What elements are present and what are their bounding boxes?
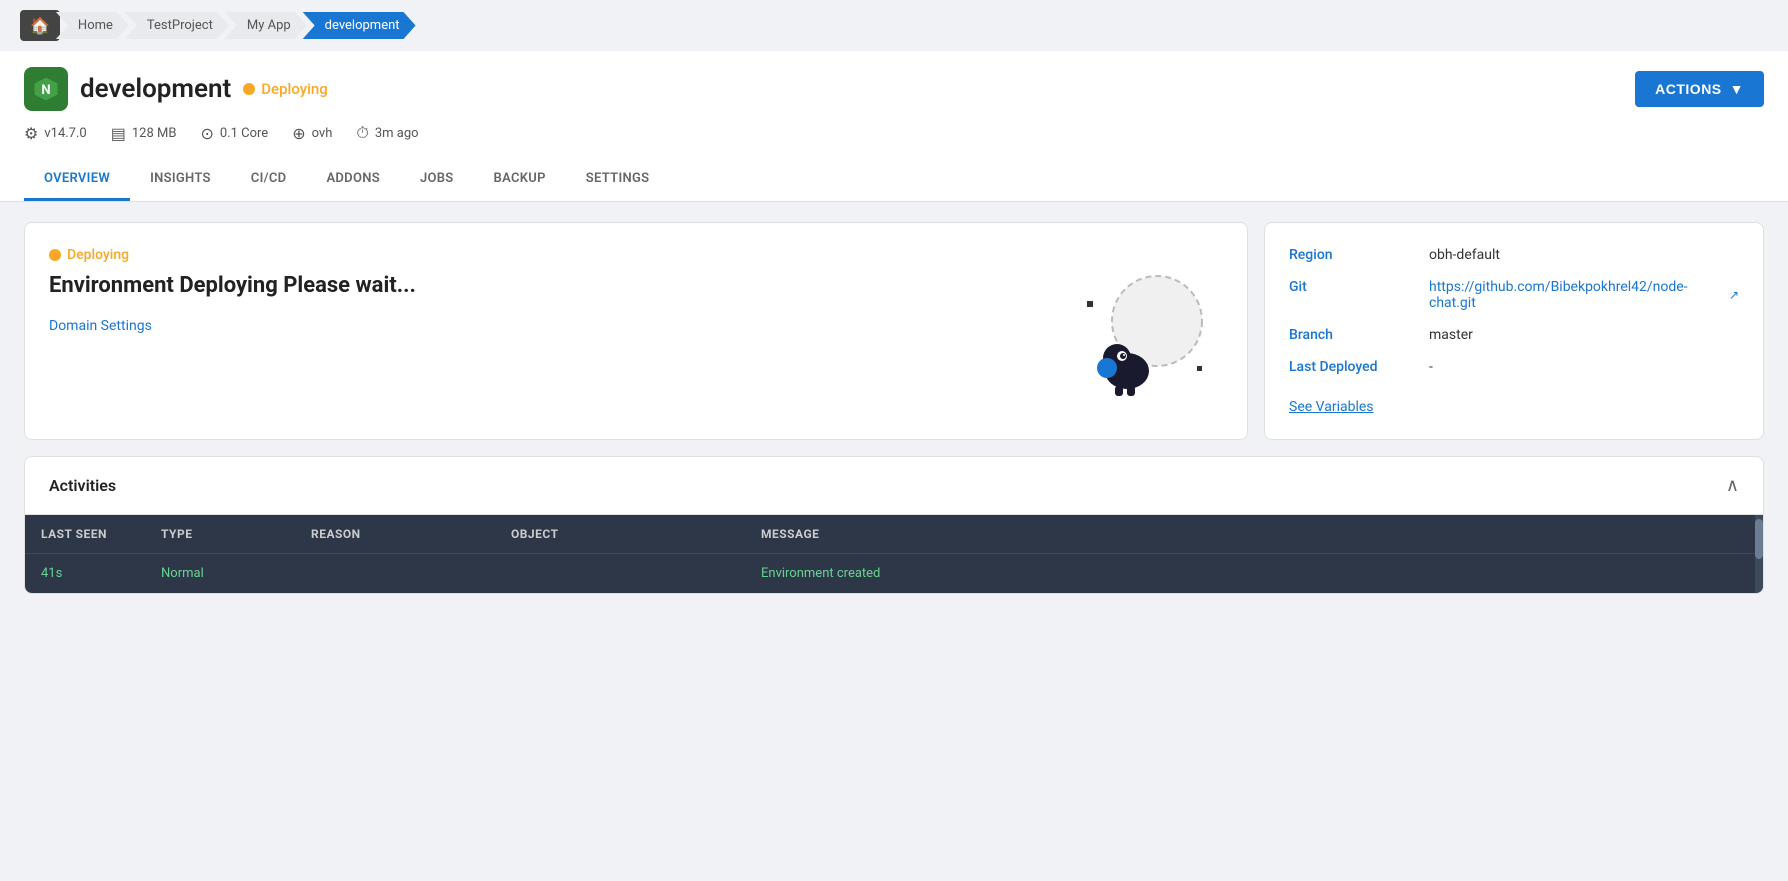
see-variables-link[interactable]: See Variables: [1289, 399, 1374, 415]
tab-cicd[interactable]: CI/CD: [231, 159, 307, 201]
main-content: Deploying Environment Deploying Please w…: [0, 202, 1788, 614]
cards-row: Deploying Environment Deploying Please w…: [24, 222, 1764, 440]
th-object: OBJECT: [511, 527, 761, 541]
home-icon[interactable]: 🏠: [20, 10, 60, 41]
tab-settings[interactable]: SETTINGS: [566, 159, 670, 201]
th-type: TYPE: [161, 527, 311, 541]
deploy-status-label: Deploying: [49, 247, 1223, 263]
app-logo: N: [24, 67, 68, 111]
td-object: [511, 566, 761, 581]
scrollbar-track[interactable]: [1755, 515, 1763, 593]
git-link[interactable]: https://github.com/Bibekpokhrel42/node-c…: [1429, 279, 1739, 311]
tab-backup[interactable]: BACKUP: [474, 159, 566, 201]
meta-region: ⊕ ovh: [292, 124, 332, 143]
table-row: 41s Normal Environment created: [25, 553, 1763, 593]
tab-jobs[interactable]: JOBS: [400, 159, 474, 201]
status-badge: Deploying: [243, 80, 328, 98]
meta-version: ⚙ v14.7.0: [24, 124, 87, 143]
chevron-down-icon: ▼: [1730, 81, 1744, 97]
monster-svg: [1087, 316, 1167, 396]
info-row-last-deployed: Last Deployed -: [1289, 359, 1739, 375]
th-message: MESSAGE: [761, 527, 1747, 541]
collapse-icon[interactable]: ∧: [1726, 475, 1739, 496]
breadcrumb: 🏠 Home TestProject My App development: [0, 0, 1788, 51]
app-name: development: [80, 74, 231, 104]
breadcrumb-item-testproject[interactable]: TestProject: [125, 12, 229, 39]
tab-overview[interactable]: OVERVIEW: [24, 159, 130, 201]
title-left: N development Deploying: [24, 67, 328, 111]
th-reason: REASON: [311, 527, 511, 541]
particle2: [1197, 366, 1202, 371]
scrollbar-thumb[interactable]: [1755, 519, 1763, 559]
app-header: N development Deploying ACTIONS ▼ ⚙ v14.…: [0, 51, 1788, 202]
td-last-seen: 41s: [41, 566, 161, 581]
cpu-icon: ⊙: [200, 124, 213, 143]
breadcrumb-item-myapp[interactable]: My App: [225, 12, 307, 39]
memory-icon: ▤: [111, 124, 126, 143]
meta-time: ⏱ 3m ago: [356, 123, 418, 143]
activities-table-container: LAST SEEN TYPE REASON OBJECT MESSAGE 41s…: [25, 515, 1763, 593]
actions-button[interactable]: ACTIONS ▼: [1635, 71, 1764, 107]
info-card: Region obh-default Git https://github.co…: [1264, 222, 1764, 440]
particle1: [1087, 301, 1093, 307]
domain-settings-link[interactable]: Domain Settings: [49, 318, 152, 334]
meta-row: ⚙ v14.7.0 ▤ 128 MB ⊙ 0.1 Core ⊕ ovh ⏱ 3m…: [24, 123, 1764, 155]
meta-cpu: ⊙ 0.1 Core: [200, 124, 268, 143]
breadcrumb-item-development[interactable]: development: [303, 12, 416, 39]
clock-icon: ⏱: [356, 123, 368, 143]
activities-title: Activities: [49, 476, 116, 495]
monster-animation: [1087, 271, 1207, 391]
tab-insights[interactable]: INSIGHTS: [130, 159, 231, 201]
td-type: Normal: [161, 566, 311, 581]
th-last-seen: LAST SEEN: [41, 527, 161, 541]
deploy-title: Environment Deploying Please wait...: [49, 273, 1223, 298]
deploy-card: Deploying Environment Deploying Please w…: [24, 222, 1248, 440]
info-row-region: Region obh-default: [1289, 247, 1739, 263]
activities-header: Activities ∧: [25, 457, 1763, 515]
gear-icon: ⚙: [24, 124, 38, 143]
table-header: LAST SEEN TYPE REASON OBJECT MESSAGE: [25, 515, 1763, 553]
tabs: OVERVIEW INSIGHTS CI/CD ADDONS JOBS BACK…: [24, 159, 1764, 201]
td-message: Environment created: [761, 566, 1747, 581]
td-reason: [311, 566, 511, 581]
info-row-branch: Branch master: [1289, 327, 1739, 343]
meta-memory: ▤ 128 MB: [111, 124, 177, 143]
svg-text:N: N: [41, 83, 50, 98]
info-row-git: Git https://github.com/Bibekpokhrel42/no…: [1289, 279, 1739, 311]
activities-section: Activities ∧ LAST SEEN TYPE REASON OBJEC…: [24, 456, 1764, 594]
external-link-icon: ↗: [1729, 288, 1739, 302]
status-dot: [243, 83, 255, 95]
deploy-spinner: [49, 249, 61, 261]
breadcrumb-item-home[interactable]: Home: [56, 12, 129, 39]
title-row: N development Deploying ACTIONS ▼: [24, 67, 1764, 111]
globe-icon: ⊕: [292, 124, 305, 143]
status-text: Deploying: [261, 80, 328, 98]
tab-addons[interactable]: ADDONS: [306, 159, 400, 201]
